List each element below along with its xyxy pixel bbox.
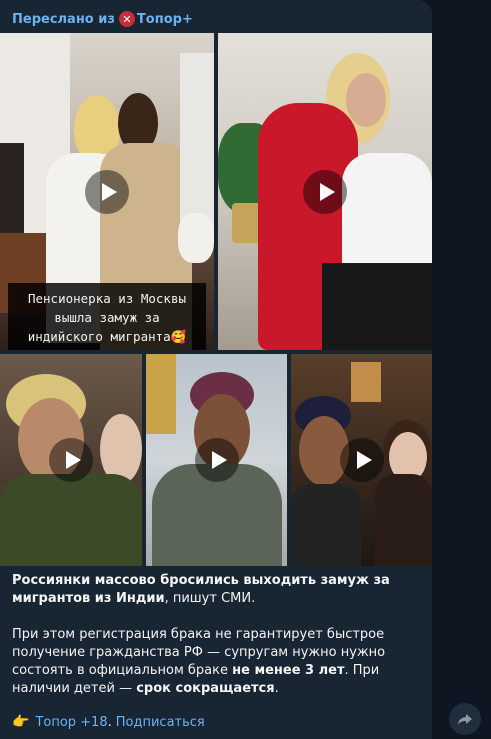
- play-icon[interactable]: [194, 438, 239, 482]
- channel-link[interactable]: Топор +18: [35, 715, 107, 730]
- channel-name[interactable]: Топор+: [137, 12, 193, 27]
- video-thumbnail-1[interactable]: Пенсионерка из Москвы вышла замуж за инд…: [0, 33, 214, 350]
- caption-line-3: индийского мигранта🥰: [27, 329, 187, 344]
- right-window: [180, 53, 214, 233]
- pointing-hand-icon: 👉: [12, 714, 30, 730]
- video-thumbnail-5[interactable]: [291, 354, 432, 566]
- left-person-dark: [0, 143, 24, 233]
- share-arrow-icon: [458, 714, 472, 725]
- forwarded-label: Переслано из: [12, 11, 115, 27]
- share-button[interactable]: [449, 703, 481, 735]
- play-icon[interactable]: [303, 169, 347, 214]
- caption-line-2: вышла замуж за: [54, 310, 160, 325]
- building: [146, 354, 176, 434]
- message-footer: 👉 Топор +18 . Подписаться: [12, 714, 205, 730]
- window: [351, 362, 381, 402]
- woman-face: [346, 73, 386, 127]
- video-caption: Пенсионерка из Москвы вышла замуж за инд…: [8, 283, 206, 350]
- man-jacket: [0, 474, 142, 566]
- flowers: [178, 213, 214, 263]
- play-icon[interactable]: [339, 438, 384, 482]
- paragraph-2: При этом регистрация брака не гарантируе…: [12, 626, 422, 698]
- channel-avatar-icon: ✕: [118, 11, 135, 27]
- woman-coat: [375, 474, 432, 566]
- forwarded-header[interactable]: Переслано из ✕ Топор+: [12, 9, 193, 29]
- video-thumbnail-3[interactable]: [0, 354, 142, 566]
- play-icon[interactable]: [49, 438, 93, 482]
- video-thumbnail-4[interactable]: [146, 354, 287, 566]
- subscribe-link[interactable]: Подписаться: [116, 715, 205, 730]
- paragraph-1: Россиянки массово бросились выходить зам…: [12, 572, 422, 608]
- footer-separator: .: [107, 714, 112, 730]
- message-bubble: Переслано из ✕ Топор+ Пенсионерка из Мос…: [0, 0, 432, 739]
- caption-line-1: Пенсионерка из Москвы: [27, 291, 187, 306]
- headline-rest: , пишут СМИ.: [164, 591, 256, 606]
- p2-bold-1: не менее 3 лет: [232, 663, 345, 678]
- play-icon[interactable]: [85, 169, 129, 214]
- message-text: Россиянки массово бросились выходить зам…: [12, 572, 422, 716]
- man-trousers: [322, 263, 432, 350]
- video-thumbnail-2[interactable]: [218, 33, 432, 350]
- p2-bold-2: срок сокращается: [136, 681, 275, 696]
- man-jacket: [291, 484, 361, 566]
- p2-part-c: .: [274, 681, 279, 696]
- man-shirt: [342, 153, 432, 273]
